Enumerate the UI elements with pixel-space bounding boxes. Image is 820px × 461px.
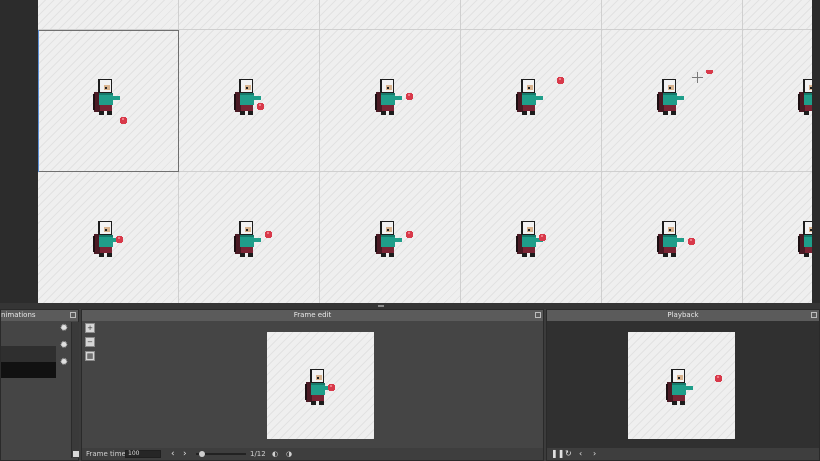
character-sprite: [798, 221, 812, 257]
sprite-sheet-cell[interactable]: [602, 0, 743, 30]
frame-edit-panel: Frame edit + − ▦ Frame time 100 ‹ › 1/12…: [81, 309, 544, 461]
character-sprite: [305, 369, 335, 405]
character-sprite: [657, 70, 713, 115]
selection-marker: [38, 30, 39, 172]
chevron-right-icon[interactable]: ›: [593, 448, 596, 460]
character-sprite: [234, 79, 264, 115]
character-sprite: [657, 221, 695, 257]
gear-icon[interactable]: ✹: [59, 341, 69, 351]
sprite-sheet-cell[interactable]: [461, 0, 602, 30]
character-sprite: [375, 221, 413, 257]
pause-icon[interactable]: ❚❚: [551, 448, 564, 460]
character-sprite: [516, 221, 546, 257]
character-sprite: [516, 77, 564, 115]
frame-edit-toolbar: Frame time 100 ‹ › 1/12 ◐ ◑: [82, 448, 543, 460]
loop-icon[interactable]: ↻: [565, 448, 572, 460]
panel-float-icon[interactable]: [811, 312, 817, 318]
sprite-sheet-view[interactable]: [38, 0, 812, 303]
frame-edit-panel-title: Frame edit: [82, 310, 543, 321]
splitter-grip[interactable]: [378, 305, 384, 307]
character-sprite: [234, 221, 272, 257]
scroll-down-arrow-icon[interactable]: [73, 451, 79, 457]
frame-time-label: Frame time: [86, 450, 126, 458]
animations-panel: nimations ✹ ✹ ✹: [0, 309, 79, 461]
chevron-left-icon[interactable]: ‹: [171, 448, 175, 460]
sprite-sheet-cell[interactable]: [320, 0, 461, 30]
animation-row-1[interactable]: [1, 328, 56, 344]
sheet-vertical-scrollbar[interactable]: [812, 0, 820, 303]
gear-icon[interactable]: ✹: [59, 324, 69, 334]
gear-icon[interactable]: ✹: [59, 358, 69, 368]
cursor-crosshair-horizontal: [692, 77, 703, 78]
zoom-in-icon[interactable]: +: [85, 323, 95, 333]
playback-panel-title: Playback: [547, 310, 819, 321]
left-dock-area: [0, 0, 38, 305]
animations-panel-title: nimations: [1, 310, 78, 321]
frame-edit-canvas[interactable]: [267, 332, 374, 439]
fit-icon[interactable]: ▦: [85, 351, 95, 361]
sprite-sheet-cell[interactable]: [743, 0, 812, 30]
chevron-left-icon[interactable]: ‹: [579, 448, 582, 460]
zoom-out-icon[interactable]: −: [85, 337, 95, 347]
playback-panel: Playback ❚❚ ↻ ‹ ›: [546, 309, 820, 461]
character-sprite: [93, 221, 123, 257]
character-sprite: [798, 79, 812, 115]
animations-scrollbar[interactable]: [71, 322, 79, 458]
frame-counter: 1/12: [250, 450, 266, 458]
animation-row-2[interactable]: [1, 346, 56, 362]
sprite-sheet-cell[interactable]: [38, 0, 179, 30]
character-sprite: [93, 79, 127, 124]
sprite-editor-window: nimations ✹ ✹ ✹ Frame edit + − ▦ Frame t…: [0, 0, 820, 461]
animation-row-3-selected[interactable]: [1, 362, 56, 378]
playback-toolbar: ❚❚ ↻ ‹ ›: [547, 448, 819, 460]
sprite-sheet-cell[interactable]: [179, 0, 320, 30]
playback-preview: [628, 332, 735, 439]
frame-slider-knob[interactable]: [199, 451, 205, 457]
character-sprite: [375, 79, 413, 115]
playback-title-text: Playback: [667, 311, 699, 319]
character-sprite: [666, 369, 722, 405]
animations-title-text: nimations: [1, 311, 36, 319]
onion-skin-prev-icon[interactable]: ◐: [272, 448, 278, 460]
panel-float-icon[interactable]: [535, 312, 541, 318]
chevron-right-icon[interactable]: ›: [183, 448, 187, 460]
panel-float-icon[interactable]: [70, 312, 76, 318]
onion-skin-next-icon[interactable]: ◑: [286, 448, 292, 460]
frame-time-input[interactable]: 100: [125, 450, 161, 458]
frame-edit-title-text: Frame edit: [293, 311, 332, 319]
